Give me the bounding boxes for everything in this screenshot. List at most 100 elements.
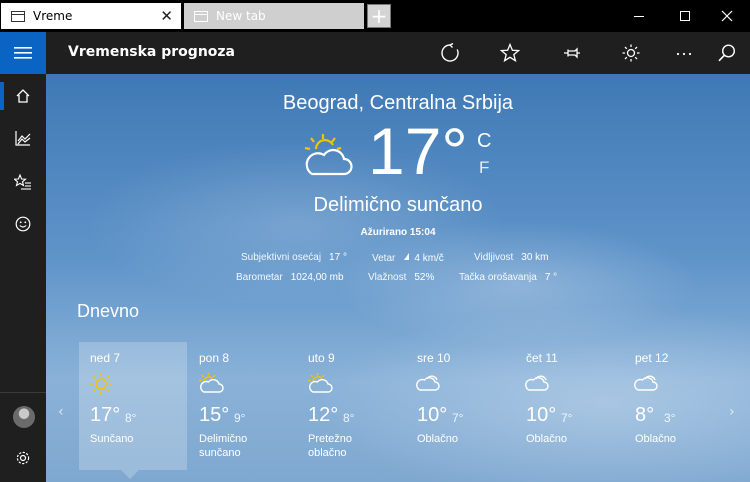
- day-name: pet 12: [635, 351, 669, 365]
- detail-value: 17 °: [329, 252, 347, 263]
- day-name: pon 8: [199, 351, 230, 365]
- pin-icon: [564, 47, 580, 59]
- detail-barometer: Barometar 1024,00 mb: [236, 272, 344, 283]
- daily-heading: Dnevno: [77, 301, 140, 321]
- maximize-icon: [680, 11, 690, 21]
- day-low-temp: 7°: [561, 411, 573, 425]
- window-icon: [11, 10, 25, 22]
- star-icon: [500, 43, 520, 63]
- current-condition: Delimično sunčano: [313, 194, 483, 216]
- gear-icon: [16, 451, 30, 465]
- unit-fahrenheit[interactable]: F: [479, 158, 489, 178]
- detail-dew-point: Tačka orošavanja 7 °: [459, 272, 557, 283]
- app-title: Vremenska prognoza: [68, 44, 235, 60]
- tab-label: New tab: [216, 9, 266, 23]
- current-temperature: 17°: [368, 114, 468, 188]
- partly-sunny-icon: [302, 132, 354, 182]
- nav-settings[interactable]: [0, 438, 46, 478]
- day-condition: Sunčano: [90, 433, 134, 445]
- day-condition: Oblačno: [635, 433, 676, 445]
- detail-value: 30 km: [521, 252, 549, 263]
- day-high-temp: 12°: [308, 404, 339, 426]
- tab-new-tab[interactable]: New tab: [184, 3, 364, 29]
- location-name: Beograd, Centralna Srbija: [282, 92, 514, 114]
- day-low-temp: 7°: [452, 411, 464, 425]
- close-window-button[interactable]: [704, 0, 750, 32]
- avatar[interactable]: [13, 406, 35, 428]
- forecast-day[interactable]: ned 7 17° 8° Sunčano: [79, 342, 187, 479]
- detail-label: Vlažnost: [368, 272, 407, 283]
- day-high-temp: 17°: [90, 404, 121, 426]
- wind-direction-icon: [404, 253, 410, 260]
- brightness-button[interactable]: [616, 38, 646, 68]
- search-icon: [718, 44, 736, 62]
- cloudy-icon: [416, 372, 442, 396]
- search-button[interactable]: [712, 38, 742, 68]
- window-icon: [194, 10, 208, 22]
- app-header: Vremenska prognoza: [46, 32, 750, 74]
- detail-value: 7 °: [544, 272, 558, 283]
- home-icon: [16, 89, 30, 103]
- forecast-day[interactable]: sre 10 10° 7° Oblačno: [406, 342, 514, 470]
- day-name: uto 9: [308, 351, 335, 365]
- partly-sunny-icon: [307, 372, 333, 398]
- tab-label: Vreme: [33, 9, 73, 23]
- favorites-list-icon: [14, 174, 31, 190]
- detail-value: 52%: [414, 272, 435, 283]
- detail-feels-like: Subjektivni osećaj 17 °: [241, 252, 347, 263]
- minimize-icon: [634, 16, 644, 17]
- detail-wind: Vetar 4 km/č: [372, 252, 444, 264]
- detail-label: Vidljivost: [474, 252, 514, 263]
- detail-value: 1024,00 mb: [290, 272, 344, 283]
- last-updated: Ažurirano 15:04: [360, 227, 436, 238]
- day-high-temp: 8°: [635, 404, 655, 426]
- scroll-left-arrow[interactable]: ‹: [58, 404, 64, 420]
- day-low-temp: 9°: [234, 411, 246, 425]
- forecast-day[interactable]: pet 12 8° 3° Oblačno: [624, 342, 732, 470]
- nav-historical[interactable]: [0, 118, 46, 158]
- favorite-button[interactable]: [495, 38, 525, 68]
- day-name: čet 11: [526, 351, 558, 365]
- detail-visibility: Vidljivost 30 km: [474, 252, 549, 263]
- day-high-temp: 10°: [526, 404, 557, 426]
- partly-sunny-icon: [198, 372, 224, 398]
- day-high-temp: 10°: [417, 404, 448, 426]
- refresh-icon: [441, 43, 459, 62]
- day-high-temp: 15°: [199, 404, 230, 426]
- detail-humidity: Vlažnost 52%: [368, 272, 434, 283]
- refresh-button[interactable]: [435, 38, 465, 68]
- nav-favorites[interactable]: [0, 162, 46, 202]
- cloudy-icon: [634, 372, 660, 396]
- day-low-temp: 8°: [343, 411, 355, 425]
- nav-home[interactable]: [0, 76, 46, 116]
- cloudy-icon: [525, 372, 551, 396]
- maximize-button[interactable]: [662, 0, 708, 32]
- new-tab-button[interactable]: +: [367, 4, 391, 28]
- close-tab-icon[interactable]: ✕: [160, 7, 173, 25]
- hamburger-icon: [14, 47, 32, 59]
- detail-label: Barometar: [236, 272, 283, 283]
- nav-rail: [0, 32, 46, 482]
- day-condition: Oblačno: [526, 433, 567, 445]
- nav-feedback[interactable]: [0, 204, 46, 244]
- tab-vreme[interactable]: Vreme ✕: [1, 3, 181, 29]
- rail-divider: [0, 392, 46, 393]
- minimize-button[interactable]: [616, 0, 662, 32]
- hamburger-menu-button[interactable]: [0, 32, 46, 74]
- day-condition: Oblačno: [417, 433, 458, 445]
- detail-label: Tačka orošavanja: [459, 272, 537, 283]
- day-name: ned 7: [90, 351, 121, 365]
- unit-celsius[interactable]: C: [477, 130, 491, 153]
- day-low-temp: 8°: [125, 411, 137, 425]
- more-options-button[interactable]: [669, 38, 699, 68]
- detail-label: Subjektivni osećaj: [241, 252, 322, 263]
- forecast-day[interactable]: pon 8 15° 9° Delimično sunčano: [188, 342, 296, 470]
- sunny-icon: [89, 372, 113, 400]
- pin-button[interactable]: [557, 38, 587, 68]
- forecast-day[interactable]: čet 11 10° 7° Oblačno: [515, 342, 623, 470]
- ellipsis-icon: [676, 52, 692, 56]
- forecast-day[interactable]: uto 9 12° 8° Pretežno oblačno: [297, 342, 405, 470]
- chart-icon: [15, 131, 31, 146]
- day-condition: Pretežno oblačno: [308, 433, 353, 459]
- smiley-icon: [15, 216, 31, 232]
